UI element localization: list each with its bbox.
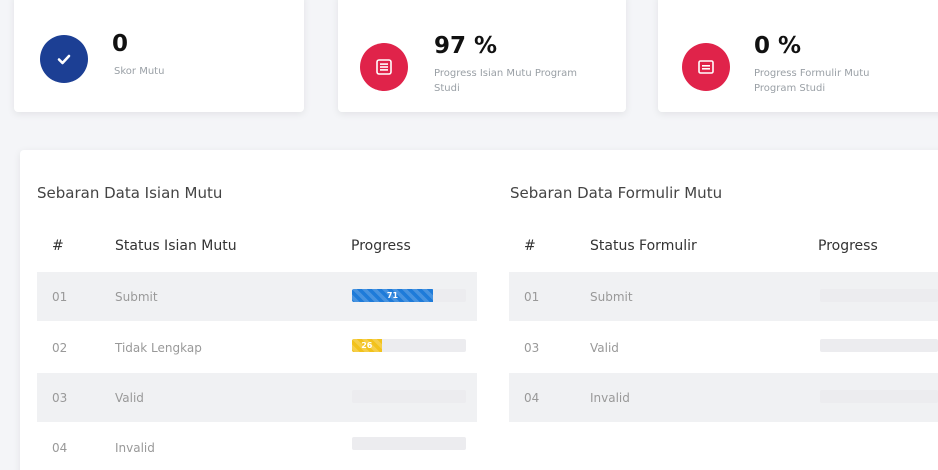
row-status: Invalid	[115, 441, 155, 455]
progress-bar	[820, 390, 938, 403]
table-header-progress: Progress	[818, 238, 878, 254]
progress-bar	[352, 437, 466, 450]
row-number: 01	[52, 290, 68, 304]
row-status: Submit	[115, 290, 158, 304]
table-header-status: Status Isian Mutu	[115, 238, 237, 254]
table-header-status: Status Formulir	[590, 238, 697, 254]
panel-title-isian: Sebaran Data Isian Mutu	[37, 184, 223, 202]
table-header-progress: Progress	[351, 238, 411, 254]
stat-value: 97 %	[434, 33, 498, 59]
row-status: Valid	[590, 341, 619, 355]
row-status: Submit	[590, 290, 633, 304]
form-icon	[682, 43, 730, 91]
row-number: 04	[52, 441, 68, 455]
stat-value: 0	[112, 31, 129, 57]
check-circle-icon	[40, 35, 88, 83]
row-number: 03	[524, 341, 540, 355]
row-number: 04	[524, 391, 540, 405]
stat-card-progress-formulir: 0 % Progress Formulir Mutu Program Studi	[658, 0, 938, 112]
sebaran-panel: Sebaran Data Isian Mutu # Status Isian M…	[20, 150, 938, 470]
progress-bar: 26	[352, 339, 466, 352]
stat-label: Progress Formulir Mutu Program Studi	[754, 68, 870, 94]
progress-bar	[352, 390, 466, 403]
row-status: Valid	[115, 391, 144, 405]
row-number: 01	[524, 290, 540, 304]
stat-label: Progress Isian Mutu Program Studi	[434, 68, 578, 94]
list-icon	[360, 43, 408, 91]
stat-card-progress-isian: 97 % Progress Isian Mutu Program Studi	[338, 0, 626, 112]
table-header-num: #	[524, 238, 536, 254]
stat-label: Skor Mutu	[114, 66, 165, 77]
progress-bar	[820, 339, 938, 352]
row-number: 02	[52, 341, 68, 355]
panel-title-formulir: Sebaran Data Formulir Mutu	[510, 184, 723, 202]
progress-label: 71	[386, 291, 399, 300]
progress-bar: 71	[352, 289, 466, 302]
row-status: Invalid	[590, 391, 630, 405]
row-number: 03	[52, 391, 68, 405]
table-header-num: #	[52, 238, 64, 254]
progress-label: 26	[361, 341, 373, 350]
progress-fill: 26	[352, 339, 382, 352]
progress-fill: 71	[352, 289, 433, 302]
stat-value: 0 %	[754, 33, 802, 59]
stat-card-skor-mutu: 0 Skor Mutu	[14, 0, 304, 112]
progress-bar	[820, 289, 938, 302]
row-status: Tidak Lengkap	[115, 341, 202, 355]
